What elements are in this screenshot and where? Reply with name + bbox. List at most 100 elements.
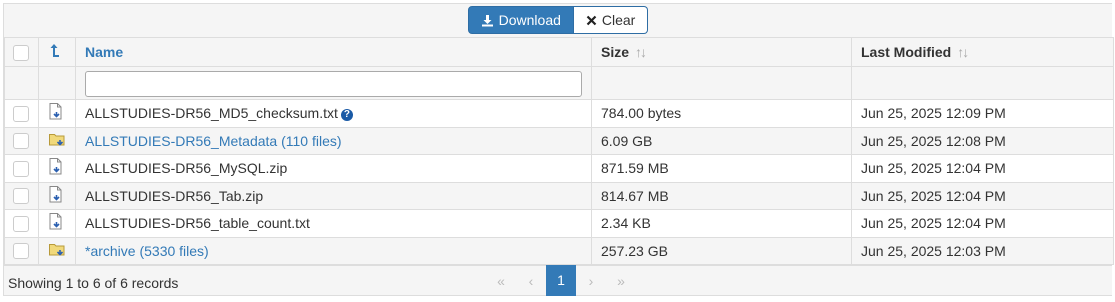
row-name-cell: ALLSTUDIES-DR56_MySQL.zip [75,154,592,183]
first-page-button[interactable]: « [486,273,516,289]
row-select-cell[interactable] [4,154,39,183]
row-select-cell[interactable] [4,236,39,265]
download-label: Download [498,12,561,28]
sort-icon[interactable]: ↑↓ [957,44,969,60]
row-name-cell: ALLSTUDIES-DR56_MD5_checksum.txt? [75,99,592,128]
row-icon-cell[interactable] [38,209,76,238]
row-icon-cell[interactable] [38,154,76,183]
file-name: ALLSTUDIES-DR56_table_count.txt [85,215,310,232]
row-icon-cell[interactable] [38,181,76,210]
last-page-button[interactable]: » [606,273,636,289]
file-download-icon[interactable] [49,103,63,120]
row-size-cell: 814.67 MB [591,181,852,210]
file-size: 814.67 MB [601,187,669,204]
file-name: ALLSTUDIES-DR56_MySQL.zip [85,160,288,177]
prev-page-button[interactable]: ‹ [516,273,546,289]
file-size: 2.34 KB [601,215,651,232]
last-modified: Jun 25, 2025 12:03 PM [861,242,1006,259]
row-name-cell: ALLSTUDIES-DR56_table_count.txt [75,209,592,238]
row-checkbox[interactable] [13,188,29,205]
row-size-cell: 2.34 KB [591,209,852,238]
close-icon [586,15,597,25]
name-filter-input[interactable] [85,71,582,97]
name-header[interactable]: Name [75,37,592,67]
toolbar: Download Clear [4,4,1112,37]
row-select-cell[interactable] [4,99,39,128]
size-header-label: Size [601,44,630,60]
table-row[interactable]: ALLSTUDIES-DR56_MySQL.zip 871.59 MB Jun 25… [4,154,1114,183]
file-size: 6.09 GB [601,132,653,149]
file-size: 784.00 bytes [601,105,682,122]
select-all-cell[interactable] [4,37,39,67]
row-size-cell: 257.23 GB [591,236,852,265]
folder-download-icon[interactable] [49,132,66,147]
row-icon-cell[interactable] [38,126,76,155]
row-checkbox[interactable] [13,133,29,150]
table-footer: Showing 1 to 6 of 6 records « ‹ 1 › » [4,265,1112,296]
row-modified-cell: Jun 25, 2025 12:04 PM [851,154,1114,183]
row-select-cell[interactable] [4,126,39,155]
file-browser: Download Clear Name Size ↑↓ Last Modified… [3,3,1114,296]
row-checkbox[interactable] [13,215,29,232]
row-select-cell[interactable] [4,181,39,210]
row-checkbox[interactable] [13,243,29,260]
level-up-icon[interactable] [49,43,61,58]
table-row[interactable]: ALLSTUDIES-DR56_MD5_checksum.txt? 784.00 … [4,99,1114,128]
last-modified: Jun 25, 2025 12:04 PM [861,187,1006,204]
table-row[interactable]: ALLSTUDIES-DR56_table_count.txt 2.34 KB Ju… [4,209,1114,238]
file-download-icon[interactable] [49,185,63,203]
row-name-cell: *archive (5330 files) [75,236,592,265]
row-modified-cell: Jun 25, 2025 12:04 PM [851,209,1114,238]
row-checkbox[interactable] [13,105,29,122]
last-modified: Jun 25, 2025 12:09 PM [861,105,1006,122]
name-header-link[interactable]: Name [85,44,123,60]
row-name-cell: ALLSTUDIES-DR56_Tab.zip [75,181,592,210]
filter-cell [75,66,592,100]
row-size-cell: 871.59 MB [591,154,852,183]
select-all-checkbox[interactable] [13,44,29,61]
table-row[interactable]: ALLSTUDIES-DR56_Tab.zip 814.67 MB Jun 25, … [4,181,1114,210]
modified-header-label: Last Modified [861,44,952,60]
folder-download-icon[interactable] [49,242,66,257]
file-size: 257.23 GB [601,242,668,259]
table-row[interactable]: ALLSTUDIES-DR56_Metadata (110 files) 6.09… [4,126,1114,155]
row-icon-cell[interactable] [38,99,76,128]
clear-label: Clear [601,12,636,28]
file-size: 871.59 MB [601,160,669,177]
filter-row [4,66,1114,100]
row-icon-cell[interactable] [38,236,76,265]
row-size-cell: 784.00 bytes [591,99,852,128]
header-row: Name Size ↑↓ Last Modified ↑↓ [4,37,1114,67]
row-modified-cell: Jun 25, 2025 12:08 PM [851,126,1114,155]
next-page-button[interactable]: › [576,273,606,289]
folder-link[interactable]: ALLSTUDIES-DR56_Metadata (110 files) [85,133,342,149]
help-icon[interactable]: ? [340,108,353,121]
row-select-cell[interactable] [4,209,39,238]
filter-cell [591,66,852,100]
file-name: ALLSTUDIES-DR56_MD5_checksum.txt [85,105,338,122]
size-header[interactable]: Size ↑↓ [591,37,852,67]
row-modified-cell: Jun 25, 2025 12:04 PM [851,181,1114,210]
row-name-cell: ALLSTUDIES-DR56_Metadata (110 files) [75,126,592,155]
sort-icon[interactable]: ↑↓ [635,44,647,60]
modified-header[interactable]: Last Modified ↑↓ [851,37,1114,67]
row-size-cell: 6.09 GB [591,126,852,155]
download-icon [481,14,493,26]
last-modified: Jun 25, 2025 12:04 PM [861,160,1006,177]
last-modified: Jun 25, 2025 12:04 PM [861,215,1006,232]
clear-button[interactable]: Clear [573,6,649,34]
pagination: « ‹ 1 › » [486,265,636,296]
file-download-icon[interactable] [49,158,63,175]
filter-cell [851,66,1114,100]
file-name: ALLSTUDIES-DR56_Tab.zip [85,187,264,204]
folder-link[interactable]: *archive (5330 files) [85,243,209,259]
row-checkbox[interactable] [13,160,29,177]
table-row[interactable]: *archive (5330 files) 257.23 GB Jun 25, 20… [4,236,1114,265]
page-1-button[interactable]: 1 [546,265,576,296]
filter-cell [4,66,39,100]
filter-cell [38,66,76,100]
download-button[interactable]: Download [467,6,574,34]
file-download-icon[interactable] [49,213,63,230]
file-table: Name Size ↑↓ Last Modified ↑↓ ALLSTUDIES-D… [4,37,1114,265]
sort-up-cell[interactable] [38,37,76,67]
